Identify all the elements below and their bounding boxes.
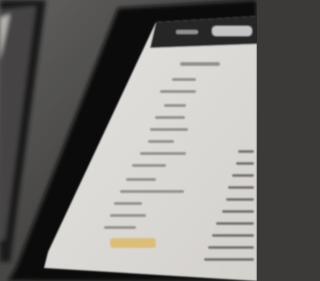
photo-scene [0, 0, 257, 281]
photo-svg [0, 0, 257, 281]
vignette [0, 0, 257, 281]
